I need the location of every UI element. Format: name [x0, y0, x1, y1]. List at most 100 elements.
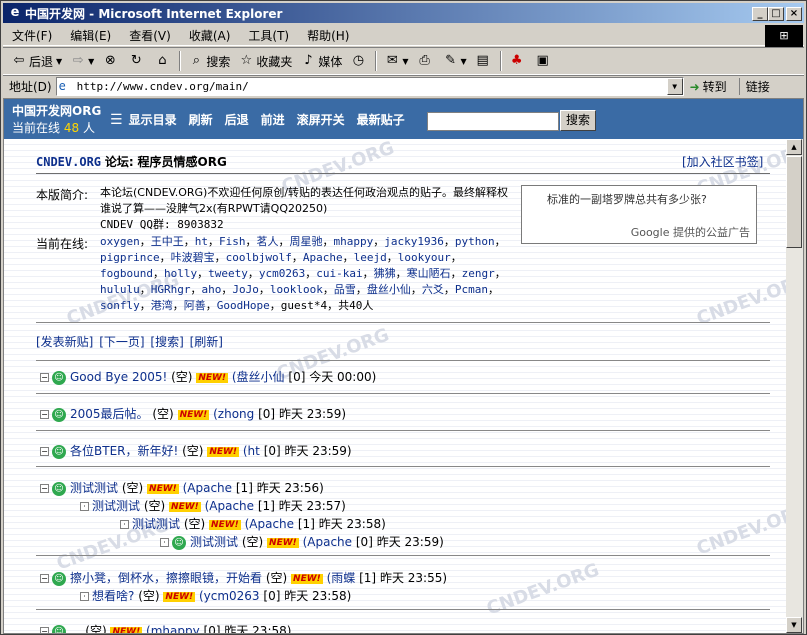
collapse-toggle[interactable]: −: [40, 447, 49, 456]
action-next-page[interactable]: [下一页]: [99, 335, 144, 349]
site-search-button[interactable]: 搜索: [560, 110, 596, 131]
nav-refresh[interactable]: 刷新: [189, 111, 213, 128]
online-user-link[interactable]: 品雪: [334, 283, 356, 296]
thread-title-link[interactable]: 擦小凳，倒杯水，擦擦眼镜，开始看: [70, 571, 262, 585]
thread-title-link[interactable]: 想看啥?: [92, 589, 134, 603]
online-user-link[interactable]: sonfly: [100, 299, 140, 312]
thread-title-link[interactable]: 各位BTER，新年好!: [70, 444, 178, 458]
scroll-down-button[interactable]: ▼: [786, 617, 802, 633]
collapse-toggle[interactable]: −: [40, 373, 49, 382]
nav-scroll-toggle[interactable]: 滚屏开关: [297, 111, 345, 128]
mail-button[interactable]: ✉ ▼: [380, 49, 412, 73]
author-link[interactable]: (Apache: [245, 517, 294, 531]
forum-site-link[interactable]: CNDEV.ORG: [36, 155, 101, 169]
back-button[interactable]: ⇦ 后退 ▼: [7, 49, 66, 73]
messenger-button[interactable]: ♣: [505, 49, 531, 73]
title-bar[interactable]: e 中国开发网 - Microsoft Internet Explorer _ …: [3, 3, 804, 23]
menu-help[interactable]: 帮助(H): [298, 27, 358, 44]
author-link[interactable]: (ht: [243, 444, 260, 458]
collapse-toggle[interactable]: −: [40, 484, 49, 493]
collapse-toggle[interactable]: −: [40, 410, 49, 419]
online-user-link[interactable]: 咔波碧宝: [171, 251, 215, 264]
online-user-link[interactable]: 茗人: [257, 235, 279, 248]
forward-button[interactable]: ⇨ ▼: [66, 49, 98, 73]
online-user-link[interactable]: 周星驰: [290, 235, 323, 248]
online-user-link[interactable]: oxygen: [100, 235, 140, 248]
online-user-link[interactable]: Pcman: [455, 283, 488, 296]
online-user-link[interactable]: zengr: [462, 267, 495, 280]
menu-edit[interactable]: 编辑(E): [61, 27, 120, 44]
online-user-link[interactable]: 港湾: [151, 299, 173, 312]
go-button[interactable]: ➜ 转到: [690, 78, 727, 95]
author-link[interactable]: (Apache: [303, 535, 352, 549]
author-link[interactable]: (Apache: [183, 481, 232, 495]
online-user-link[interactable]: aho: [202, 283, 222, 296]
online-user-link[interactable]: jacky1936: [384, 235, 444, 248]
menu-view[interactable]: 查看(V): [120, 27, 180, 44]
research-button[interactable]: ▣: [531, 49, 557, 73]
ad-question[interactable]: 标准的一副塔罗牌总共有多少张?: [547, 191, 707, 207]
online-user-link[interactable]: Fish: [219, 235, 246, 248]
scroll-up-button[interactable]: ▲: [786, 139, 802, 155]
online-user-link[interactable]: coolbjwolf: [226, 251, 292, 264]
nav-show-directory[interactable]: 显示目录: [129, 111, 177, 128]
online-user-link[interactable]: ht: [195, 235, 208, 248]
add-bookmark-link[interactable]: [加入社区书签]: [682, 153, 763, 170]
online-user-link[interactable]: leejd: [354, 251, 387, 264]
online-user-link[interactable]: hululu: [100, 283, 140, 296]
online-user-link[interactable]: HGRhgr: [151, 283, 191, 296]
address-dropdown[interactable]: ▼: [666, 78, 683, 95]
author-link[interactable]: (ycm0263: [199, 589, 260, 603]
author-link[interactable]: (盘丝小仙: [232, 370, 285, 384]
thread-title-link[interactable]: 测试测试: [70, 481, 118, 495]
online-user-link[interactable]: pigprince: [100, 251, 160, 264]
thread-title-link[interactable]: 测试测试: [190, 535, 238, 549]
minimize-button[interactable]: _: [752, 7, 768, 21]
online-user-link[interactable]: 阿善: [184, 299, 206, 312]
history-button[interactable]: ◷: [346, 49, 372, 73]
online-user-link[interactable]: fogbound: [100, 267, 153, 280]
search-button[interactable]: ⌕ 搜索: [184, 49, 234, 73]
scroll-thumb[interactable]: [786, 156, 802, 248]
refresh-button[interactable]: ↻: [124, 49, 150, 73]
menu-tools[interactable]: 工具(T): [239, 27, 298, 44]
thread-title-link[interactable]: 测试测试: [92, 499, 140, 513]
links-button[interactable]: 链接: [738, 78, 770, 95]
online-user-link[interactable]: 盘丝小仙: [367, 283, 411, 296]
author-link[interactable]: (zhong: [213, 407, 254, 421]
maximize-button[interactable]: □: [768, 7, 784, 21]
online-user-link[interactable]: mhappy: [334, 235, 374, 248]
online-user-link[interactable]: cui-kai: [316, 267, 362, 280]
nav-latest-posts[interactable]: 最新贴子: [357, 111, 405, 128]
author-link[interactable]: (mhappy: [146, 624, 200, 633]
action-refresh[interactable]: [刷新]: [190, 335, 223, 349]
address-input[interactable]: e http://www.cndev.org/main/ ▼: [55, 77, 684, 96]
online-user-link[interactable]: GoodHope: [217, 299, 270, 312]
menu-favorites[interactable]: 收藏(A): [180, 27, 240, 44]
online-user-link[interactable]: 寒山陋石: [407, 267, 451, 280]
ad-footer[interactable]: Google 提供的公益广告: [631, 224, 750, 240]
collapse-toggle[interactable]: −: [40, 627, 49, 633]
nav-forward[interactable]: 前进: [261, 111, 285, 128]
collapse-toggle[interactable]: −: [40, 574, 49, 583]
close-button[interactable]: ×: [786, 7, 802, 21]
author-link[interactable]: (Apache: [205, 499, 254, 513]
online-user-link[interactable]: tweety: [208, 267, 248, 280]
discuss-button[interactable]: ▤: [471, 49, 497, 73]
media-button[interactable]: ♪ 媒体: [296, 49, 346, 73]
home-button[interactable]: ⌂: [150, 49, 176, 73]
online-user-link[interactable]: ycm0263: [259, 267, 305, 280]
action-new-post[interactable]: [发表新贴]: [36, 335, 93, 349]
site-search-input[interactable]: [427, 112, 559, 131]
ad-box[interactable]: 标准的一副塔罗牌总共有多少张? Google 提供的公益广告: [521, 185, 757, 244]
online-user-link[interactable]: 六爻: [422, 283, 444, 296]
online-user-link[interactable]: holly: [164, 267, 197, 280]
print-button[interactable]: ⎙: [413, 49, 439, 73]
nav-back[interactable]: 后退: [225, 111, 249, 128]
action-search[interactable]: [搜索]: [150, 335, 183, 349]
online-user-link[interactable]: lookyour: [398, 251, 451, 264]
author-link[interactable]: (雨蝶: [327, 571, 356, 585]
online-user-link[interactable]: 狒狒: [374, 267, 396, 280]
edit-button[interactable]: ✎ ▼: [439, 49, 471, 73]
online-user-link[interactable]: JoJo: [232, 283, 259, 296]
